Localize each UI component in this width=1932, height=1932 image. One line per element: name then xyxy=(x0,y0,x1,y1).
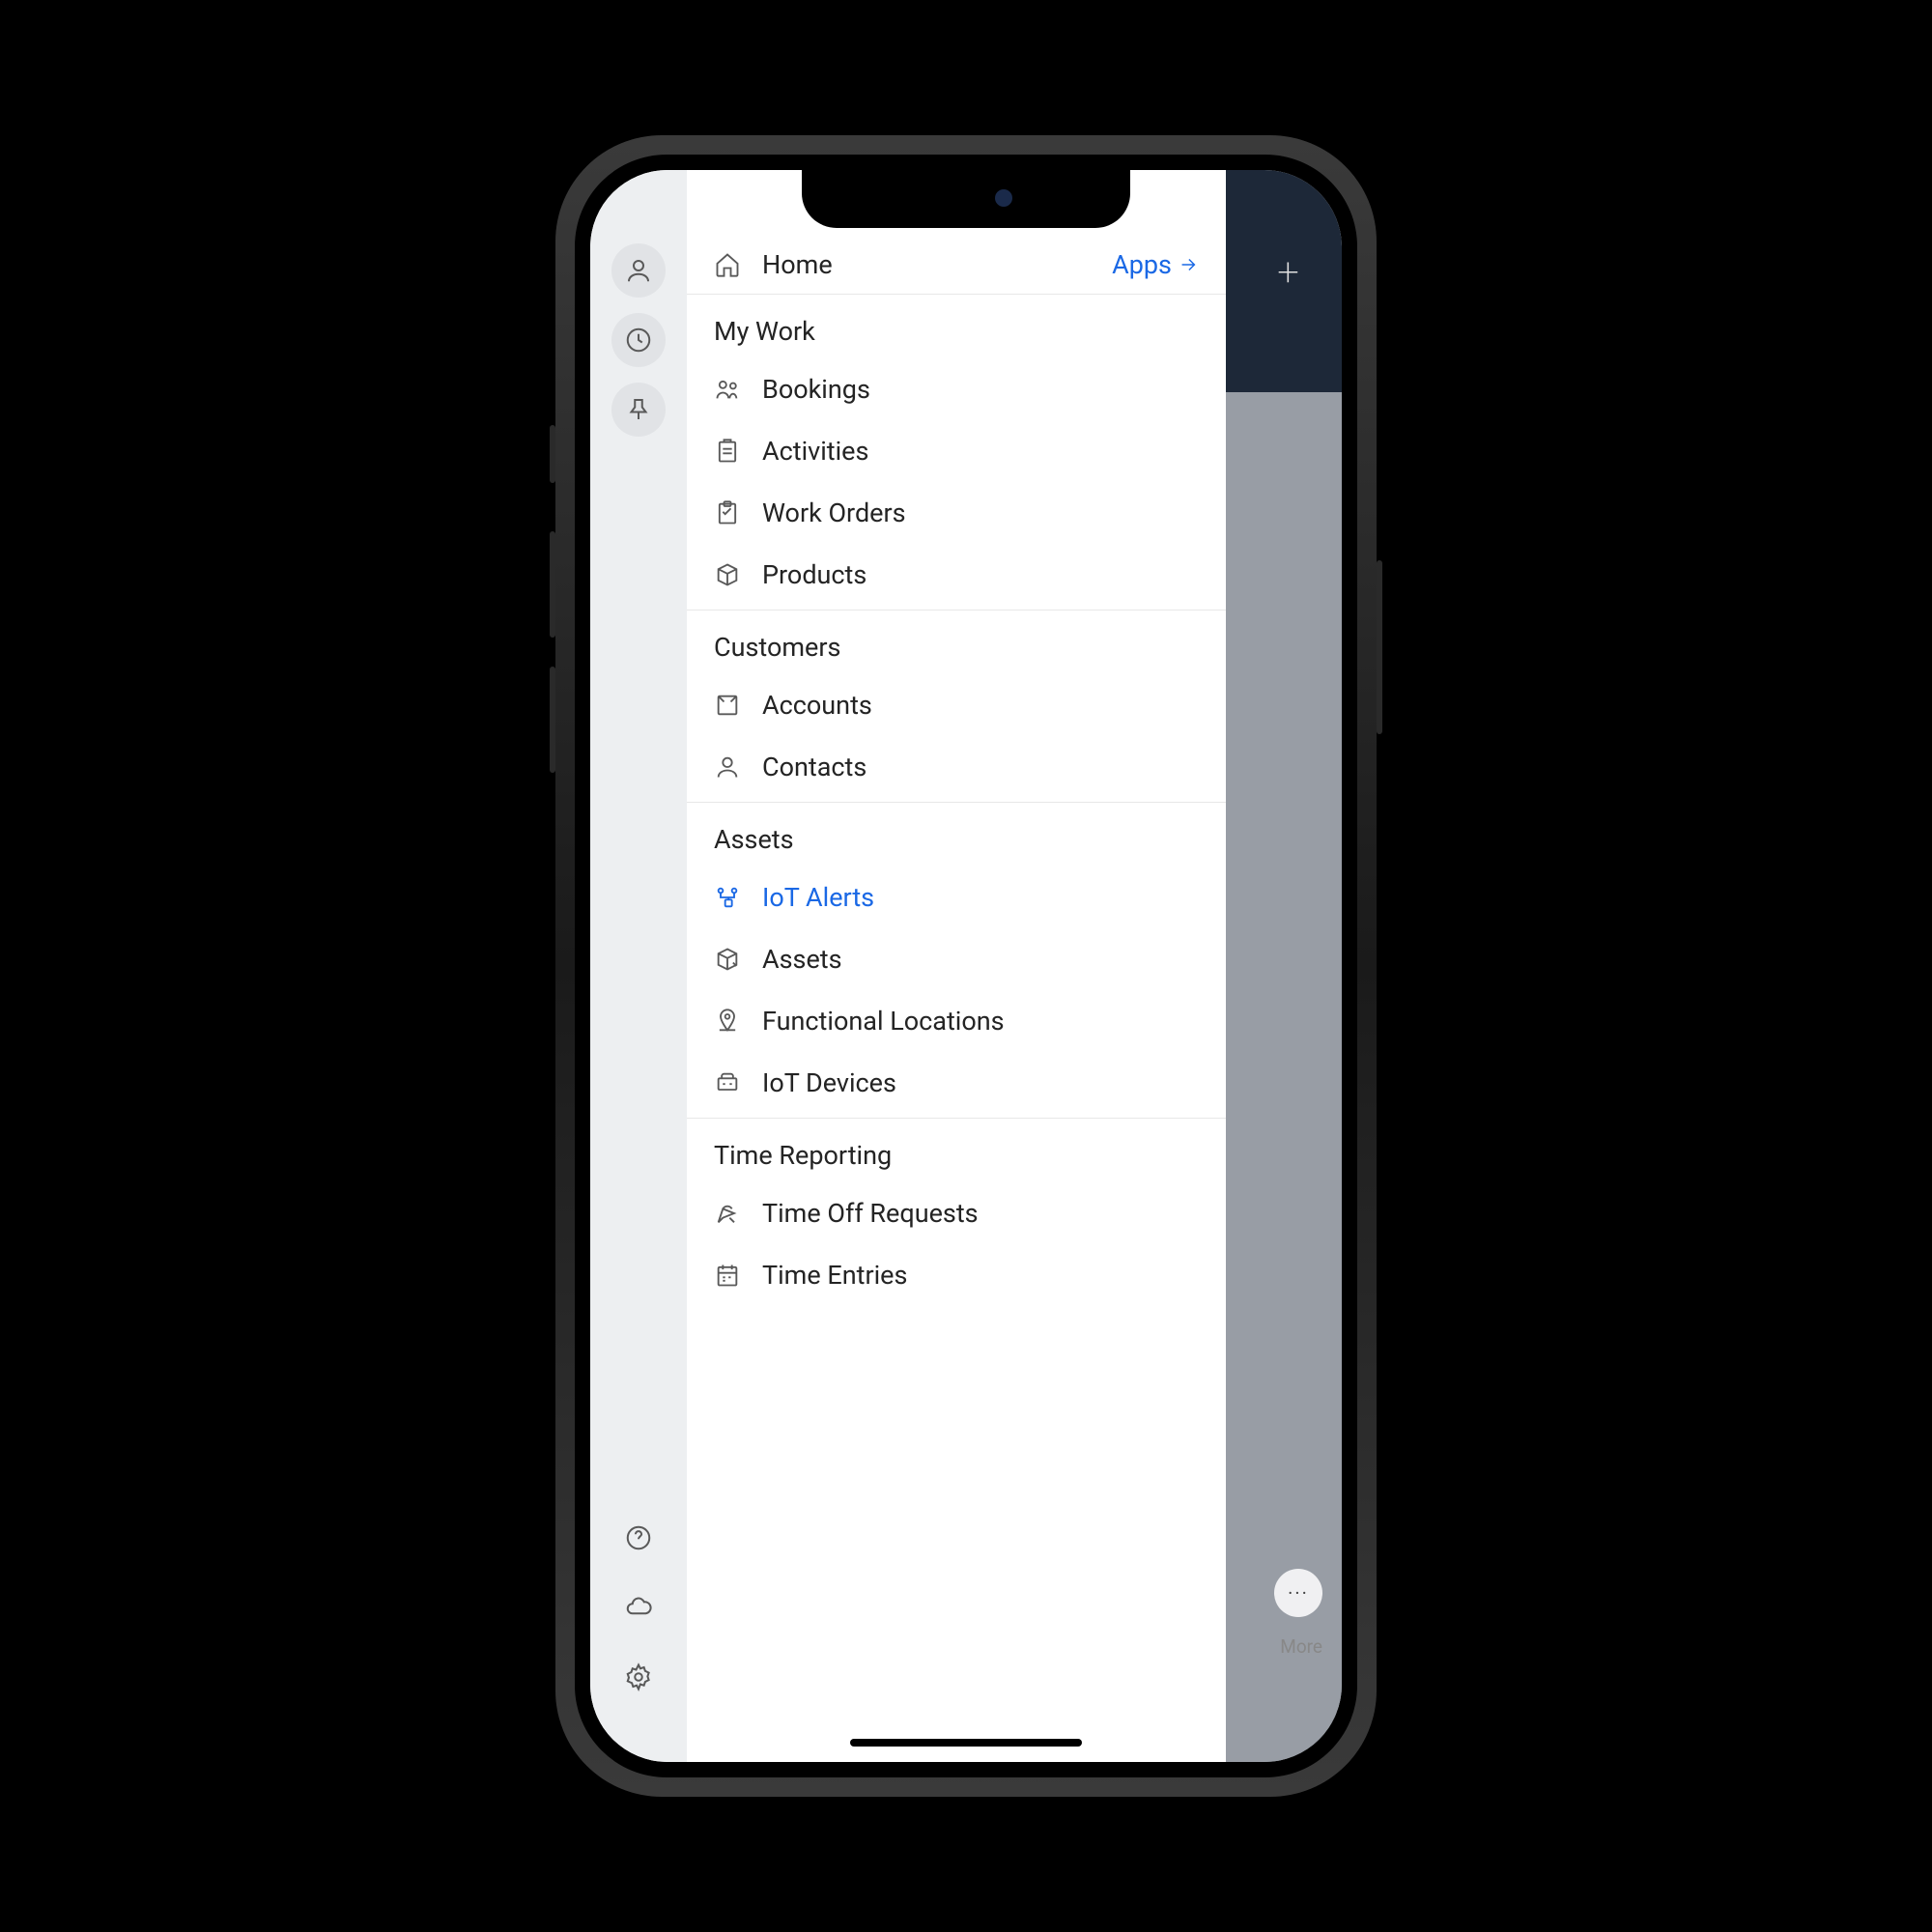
section-header-my-work: My Work xyxy=(687,295,1226,358)
nav-panel: Home Apps My Work Bookings Ac xyxy=(687,170,1226,1762)
nav-item-label: Assets xyxy=(762,944,842,975)
section-header-time-reporting: Time Reporting xyxy=(687,1119,1226,1182)
phone-frame: Home Apps My Work Bookings Ac xyxy=(555,135,1377,1797)
nav-item-label: Contacts xyxy=(762,752,867,782)
nav-item-label: IoT Devices xyxy=(762,1067,896,1098)
gear-icon xyxy=(624,1662,653,1691)
nav-item-label: Bookings xyxy=(762,374,870,405)
person-icon xyxy=(624,256,653,285)
products-icon xyxy=(714,561,741,588)
nav-item-work-orders[interactable]: Work Orders xyxy=(687,482,1226,544)
nav-item-functional-locations[interactable]: Functional Locations xyxy=(687,990,1226,1052)
home-icon xyxy=(714,251,741,278)
phone-power-button xyxy=(1377,560,1382,734)
nav-item-assets[interactable]: Assets xyxy=(687,928,1226,990)
nav-item-contacts[interactable]: Contacts xyxy=(687,736,1226,798)
nav-item-time-entries[interactable]: Time Entries xyxy=(687,1244,1226,1306)
nav-item-label: Functional Locations xyxy=(762,1006,1005,1037)
profile-button[interactable] xyxy=(611,243,666,298)
iot-devices-icon xyxy=(714,1069,741,1096)
help-icon xyxy=(624,1523,653,1552)
contacts-icon xyxy=(714,753,741,781)
clock-icon xyxy=(624,326,653,355)
cloud-button[interactable] xyxy=(611,1580,666,1634)
nav-item-activities[interactable]: Activities xyxy=(687,420,1226,482)
help-button[interactable] xyxy=(611,1511,666,1565)
settings-button[interactable] xyxy=(611,1650,666,1704)
home-label: Home xyxy=(762,249,1112,280)
section-header-customers: Customers xyxy=(687,611,1226,674)
accounts-icon xyxy=(714,692,741,719)
section-header-assets: Assets xyxy=(687,803,1226,867)
apps-link[interactable]: Apps xyxy=(1112,249,1199,280)
phone-silence-switch xyxy=(550,425,555,483)
nav-item-accounts[interactable]: Accounts xyxy=(687,674,1226,736)
nav-item-label: Accounts xyxy=(762,690,872,721)
left-rail xyxy=(590,170,687,1762)
phone-volume-down xyxy=(550,667,555,773)
backdrop-overlay[interactable]: + ··· More xyxy=(1226,170,1342,1762)
apps-link-label: Apps xyxy=(1112,249,1172,280)
nav-home-row[interactable]: Home Apps xyxy=(687,236,1226,295)
location-icon xyxy=(714,1008,741,1035)
cloud-icon xyxy=(624,1593,653,1622)
assets-icon xyxy=(714,946,741,973)
add-icon: + xyxy=(1277,249,1299,295)
nav-item-label: Activities xyxy=(762,436,868,467)
more-label: More xyxy=(1280,1635,1322,1658)
time-off-icon xyxy=(714,1200,741,1227)
more-button: ··· xyxy=(1274,1569,1322,1617)
phone-volume-up xyxy=(550,531,555,638)
home-indicator[interactable] xyxy=(850,1739,1082,1747)
bookings-icon xyxy=(714,376,741,403)
nav-item-label: Time Entries xyxy=(762,1260,907,1291)
recent-button[interactable] xyxy=(611,313,666,367)
nav-item-products[interactable]: Products xyxy=(687,544,1226,606)
notch xyxy=(802,170,1130,228)
activities-icon xyxy=(714,438,741,465)
iot-alerts-icon xyxy=(714,884,741,911)
nav-item-time-off-requests[interactable]: Time Off Requests xyxy=(687,1182,1226,1244)
pin-button[interactable] xyxy=(611,383,666,437)
nav-item-label: Work Orders xyxy=(762,497,906,528)
nav-item-iot-devices[interactable]: IoT Devices xyxy=(687,1052,1226,1114)
nav-item-label: Time Off Requests xyxy=(762,1198,979,1229)
nav-item-iot-alerts[interactable]: IoT Alerts xyxy=(687,867,1226,928)
pin-icon xyxy=(624,395,653,424)
calendar-icon xyxy=(714,1262,741,1289)
arrow-right-icon xyxy=(1178,254,1199,275)
nav-item-label: IoT Alerts xyxy=(762,882,874,913)
screen: Home Apps My Work Bookings Ac xyxy=(590,170,1342,1762)
nav-item-label: Products xyxy=(762,559,867,590)
work-orders-icon xyxy=(714,499,741,526)
nav-item-bookings[interactable]: Bookings xyxy=(687,358,1226,420)
